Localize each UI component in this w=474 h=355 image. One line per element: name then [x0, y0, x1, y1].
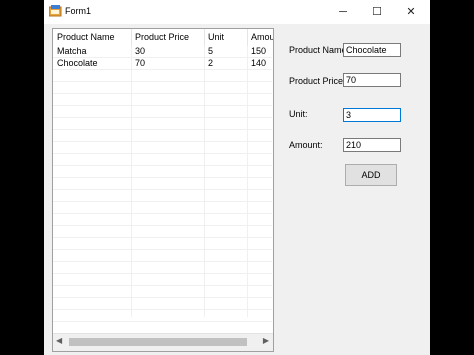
- maximize-icon[interactable]: ☐: [360, 0, 394, 24]
- product-price-field[interactable]: [343, 73, 401, 87]
- empty-row: [53, 142, 272, 154]
- empty-row: [53, 178, 272, 190]
- empty-row: [53, 310, 272, 322]
- form1-window: Form1 ─ ☐ ✕ Matcha 30 5 150 Chocolate 70 2 140 …: [44, 0, 430, 355]
- amount-field[interactable]: [343, 138, 401, 152]
- empty-row: [53, 106, 272, 118]
- scroll-right-icon[interactable]: ▶: [263, 336, 269, 345]
- grid-line: [247, 29, 248, 317]
- product-name-field[interactable]: [343, 43, 401, 57]
- list-rows-area: Matcha 30 5 150 Chocolate 70 2 140: [53, 29, 273, 334]
- close-icon[interactable]: ✕: [394, 0, 428, 24]
- header-divider[interactable]: [247, 29, 248, 46]
- empty-row: [53, 274, 272, 286]
- add-button[interactable]: ADD: [345, 164, 397, 186]
- empty-row: [53, 130, 272, 142]
- empty-row: [53, 298, 272, 310]
- column-header-unit[interactable]: Unit: [204, 29, 247, 46]
- product-price-label: Product Price:: [289, 76, 346, 86]
- empty-row: [53, 250, 272, 262]
- table-cell: 150: [251, 46, 267, 56]
- header-divider[interactable]: [131, 29, 132, 46]
- amount-label: Amount:: [289, 140, 323, 150]
- product-name-label: Product Name:: [289, 45, 350, 55]
- empty-row: [53, 214, 272, 226]
- header-divider[interactable]: [204, 29, 205, 46]
- table-cell: 30: [135, 46, 146, 56]
- column-header-product-name[interactable]: Product Name: [53, 29, 131, 46]
- scroll-thumb[interactable]: [69, 338, 247, 346]
- scroll-left-icon[interactable]: ◀: [56, 336, 62, 345]
- column-header-product-price[interactable]: Product Price: [131, 29, 204, 46]
- table-cell: 70: [135, 58, 146, 68]
- empty-row: [53, 70, 272, 82]
- unit-label: Unit:: [289, 109, 308, 119]
- table-cell: Chocolate: [57, 58, 98, 68]
- empty-row: [53, 226, 272, 238]
- table-cell: 2: [208, 58, 214, 68]
- unit-field[interactable]: [343, 108, 401, 122]
- window-title: Form1: [65, 6, 92, 16]
- empty-row: [53, 190, 272, 202]
- empty-row: [53, 202, 272, 214]
- list-header: Product Name Product Price Unit Amoun: [53, 29, 273, 46]
- horizontal-scrollbar[interactable]: ◀ ▶: [53, 333, 273, 351]
- column-header-amount[interactable]: Amoun: [247, 29, 273, 46]
- empty-row: [53, 238, 272, 250]
- product-list-view[interactable]: Matcha 30 5 150 Chocolate 70 2 140 Product Name…: [52, 28, 274, 352]
- grid-line: [131, 29, 132, 317]
- minimize-icon[interactable]: ─: [326, 0, 360, 24]
- empty-row: [53, 82, 272, 94]
- table-cell: Matcha: [57, 46, 87, 56]
- table-cell: 140: [251, 58, 267, 68]
- table-cell: 5: [208, 46, 214, 56]
- app-icon: [49, 5, 62, 17]
- empty-row: [53, 286, 272, 298]
- empty-row: [53, 94, 272, 106]
- empty-row: [53, 154, 272, 166]
- empty-row: [53, 118, 272, 130]
- empty-row: [53, 262, 272, 274]
- title-bar[interactable]: Form1 ─ ☐ ✕: [44, 0, 430, 24]
- table-row[interactable]: Matcha 30 5 150: [53, 46, 272, 58]
- grid-line: [204, 29, 205, 317]
- table-row[interactable]: Chocolate 70 2 140: [53, 58, 272, 70]
- empty-row: [53, 166, 272, 178]
